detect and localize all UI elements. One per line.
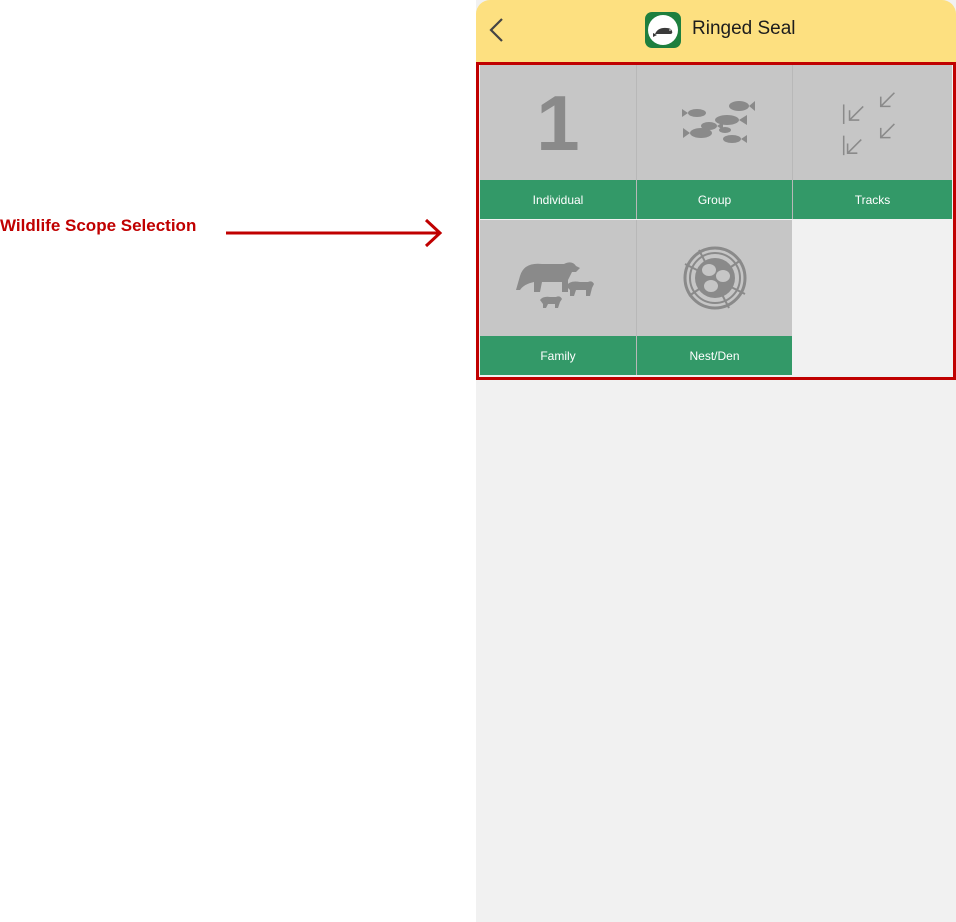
scope-option-group[interactable]: Group — [636, 64, 792, 219]
seal-icon — [653, 27, 673, 37]
scope-option-label: Nest/Den — [637, 336, 792, 375]
scope-options-grid: 1 Individual Group Tracks Family Nest/De… — [480, 64, 956, 376]
back-button[interactable] — [484, 14, 510, 46]
number-one-icon: 1 — [536, 79, 580, 167]
scope-option-family[interactable]: Family — [480, 220, 636, 375]
app-header: Ringed Seal — [476, 0, 956, 62]
scope-option-nest-den[interactable]: Nest/Den — [636, 220, 792, 375]
scope-option-label: Tracks — [793, 180, 952, 219]
nest-icon — [683, 246, 747, 310]
page-title: Ringed Seal — [692, 18, 796, 39]
tracks-icon — [842, 92, 895, 156]
scope-option-label: Group — [637, 180, 792, 219]
app-icon — [645, 12, 681, 48]
phone-screen: Ringed Seal 1 Individual Group Tracks Fa… — [476, 0, 956, 922]
scope-option-label: Family — [480, 336, 636, 375]
bear-family-icon — [516, 262, 594, 308]
annotation-arrow-icon — [226, 218, 443, 248]
chevron-left-icon — [489, 18, 503, 42]
annotation-label: Wildlife Scope Selection — [0, 216, 197, 235]
scope-option-individual[interactable]: 1 Individual — [480, 64, 636, 219]
scope-option-tracks[interactable]: Tracks — [792, 64, 952, 219]
scope-option-label: Individual — [480, 180, 636, 219]
fish-group-icon — [682, 101, 755, 143]
